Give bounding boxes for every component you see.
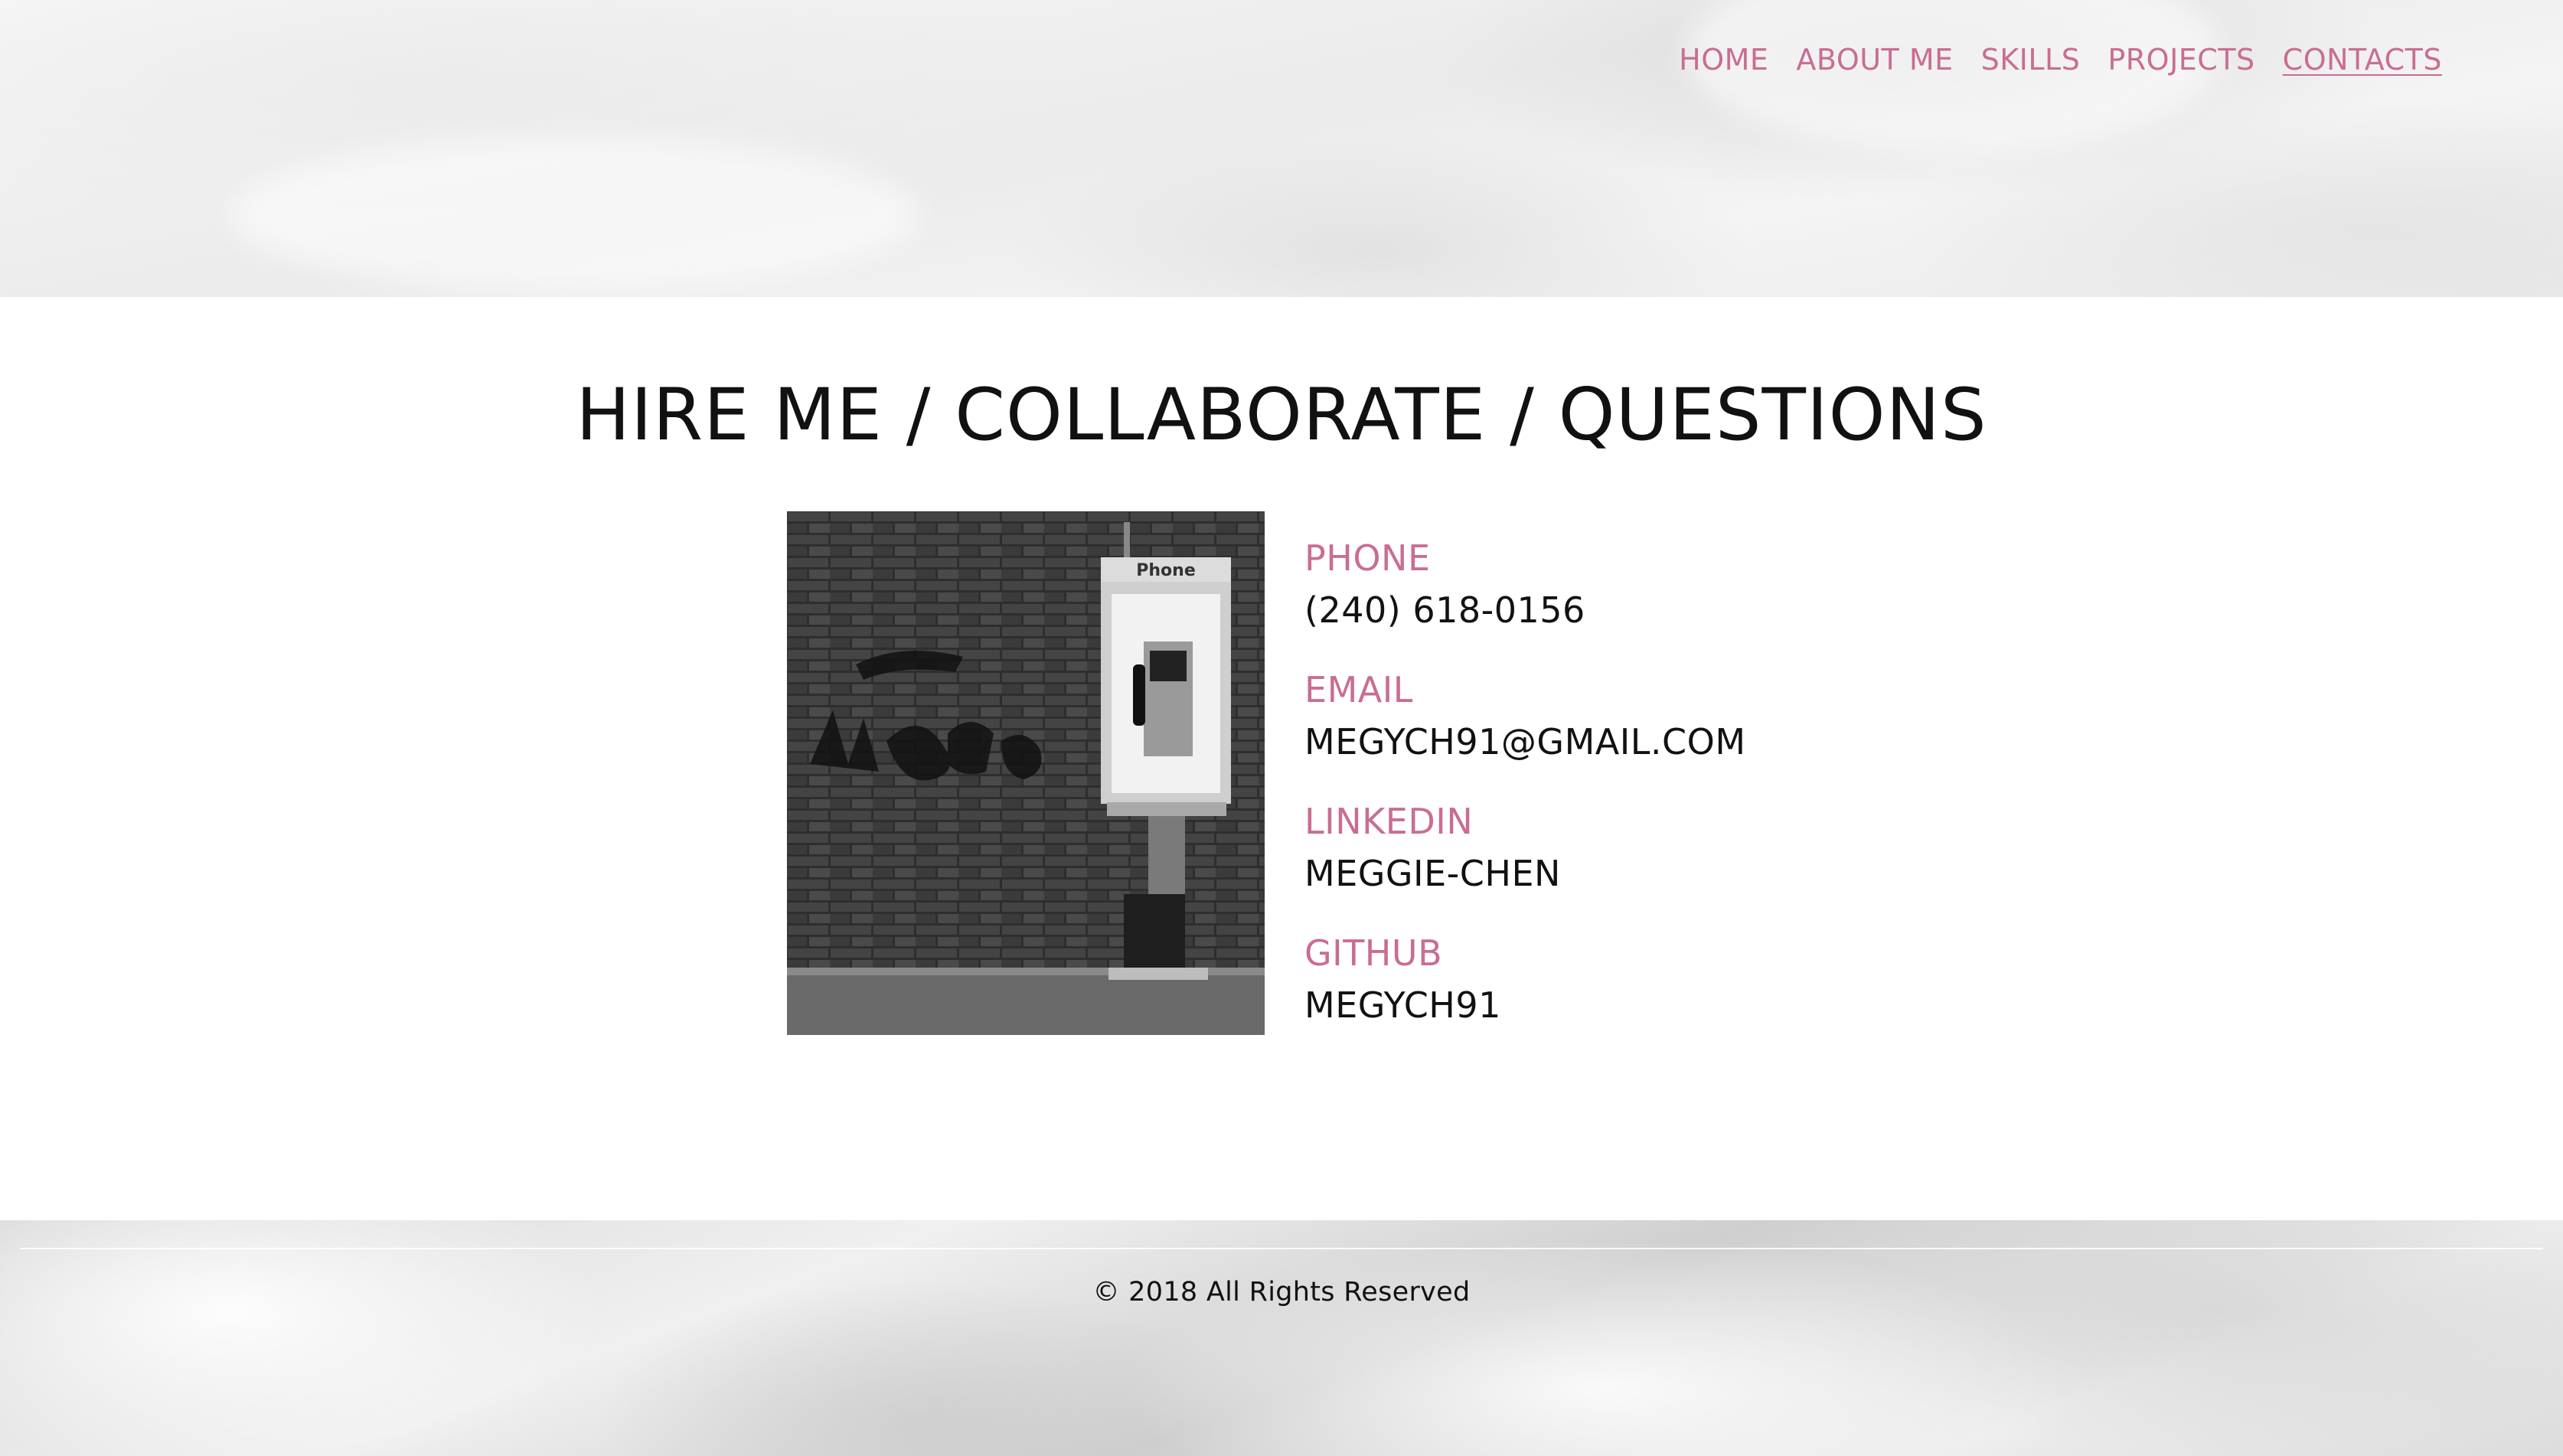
linkedin-value[interactable]: MEGGIE-CHEN: [1304, 848, 1746, 899]
contact-email: EMAIL MEGYCH91@GMAIL.COM: [1304, 668, 1746, 767]
linkedin-label: LINKEDIN: [1304, 801, 1474, 842]
copyright-text: © 2018 All Rights Reserved: [1092, 1277, 1471, 1307]
contact-section: HIRE ME / COLLABORATE / QUESTIONS Phone …: [0, 297, 2563, 1220]
footer-divider: [20, 1248, 2543, 1249]
phone-value[interactable]: (240) 618-0156: [1304, 585, 1746, 635]
site-header: HOME ABOUT ME SKILLS PROJECTS CONTACTS: [0, 0, 2563, 297]
phone-label: PHONE: [1304, 537, 1431, 579]
payphone-photo: Phone: [787, 511, 1265, 1035]
github-value[interactable]: MEGYCH91: [1304, 980, 1746, 1030]
nav-home-link[interactable]: HOME: [1679, 43, 1768, 77]
email-value[interactable]: MEGYCH91@GMAIL.COM: [1304, 717, 1746, 767]
contact-linkedin: LINKEDIN MEGGIE-CHEN: [1304, 799, 1746, 899]
github-label: GITHUB: [1304, 932, 1443, 974]
nav-projects-link[interactable]: PROJECTS: [2108, 43, 2254, 77]
nav-skills-link[interactable]: SKILLS: [1981, 43, 2081, 77]
payphone-illustration: Phone: [787, 511, 1265, 1035]
booth-sign: Phone: [1136, 561, 1195, 580]
page-title: HIRE ME / COLLABORATE / QUESTIONS: [576, 374, 1987, 457]
main-nav: HOME ABOUT ME SKILLS PROJECTS CONTACTS: [1679, 43, 2442, 77]
email-label: EMAIL: [1304, 669, 1413, 710]
nav-about-me-link[interactable]: ABOUT ME: [1796, 43, 1953, 77]
contact-phone: PHONE (240) 618-0156: [1304, 536, 1746, 635]
nav-contacts-link[interactable]: CONTACTS: [2283, 43, 2442, 77]
contact-list: PHONE (240) 618-0156 EMAIL MEGYCH91@GMAI…: [1304, 536, 1746, 1063]
contact-github: GITHUB MEGYCH91: [1304, 931, 1746, 1030]
header-background-petal: [1684, 0, 2220, 153]
site-footer: © 2018 All Rights Reserved: [0, 1220, 2563, 1456]
header-background-petal: [230, 138, 919, 291]
